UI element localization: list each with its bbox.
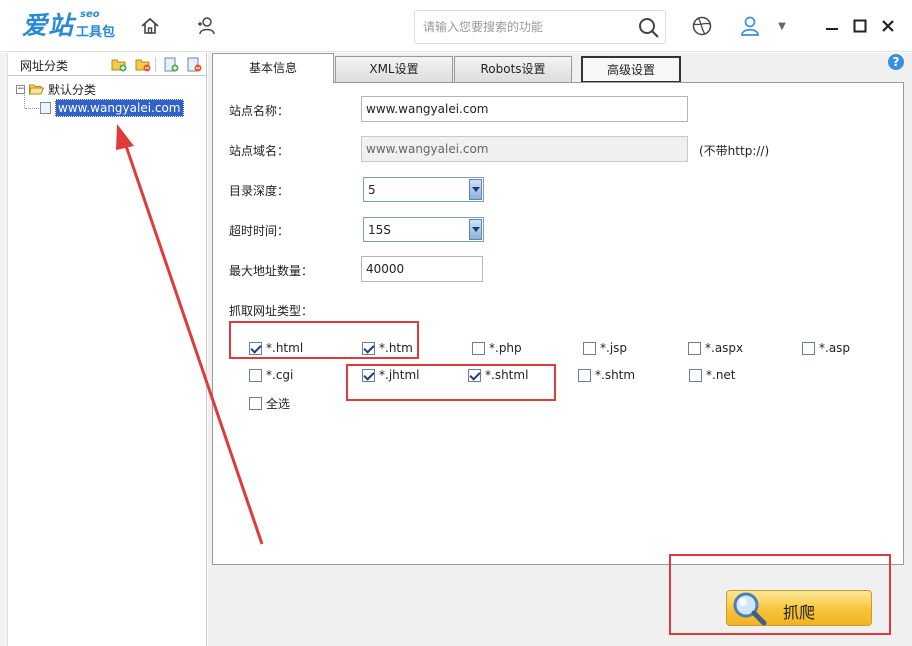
crawl-button[interactable]: 抓爬 [726,590,872,626]
checkbox-label: *.net [706,368,736,382]
app-logo: 爱站 seo 工具包 [22,9,116,42]
checkbox-box[interactable] [583,341,596,355]
checkbox-box[interactable] [468,368,481,382]
url-types-label: 抓取网址类型： [229,304,314,318]
checkbox-jsp[interactable]: *.jsp [583,341,627,355]
close-icon[interactable] [878,16,898,36]
tab-advanced-settings[interactable]: 高级设置 [581,56,681,83]
checkbox-label: *.htm [379,341,413,355]
add-site-icon[interactable] [163,57,179,72]
checkbox-label: *.shtm [595,368,636,382]
delete-site-icon[interactable] [186,57,202,72]
site-name-input[interactable] [361,96,688,122]
checkbox-label: *.asp [819,341,851,355]
tree-node-label: 默认分类 [48,82,97,97]
depth-label: 目录深度： [229,184,290,198]
search-icon[interactable] [637,16,661,40]
checkbox-box[interactable] [578,368,591,382]
checkbox-shtml[interactable]: *.shtml [468,368,528,382]
checkbox-box[interactable] [249,368,262,382]
checkbox-aspx[interactable]: *.aspx [688,341,743,355]
url-category-header: 网址分类 [8,53,207,76]
checkbox-php[interactable]: *.php [472,341,522,355]
tree-node-site[interactable]: www.wangyalei.com [36,99,184,117]
help-icon[interactable]: ? [888,54,904,70]
maximize-icon[interactable] [850,16,870,36]
checkbox-html[interactable]: *.html [249,341,303,355]
search-box [414,10,666,44]
site-domain-label: 站点域名： [229,144,290,158]
max-urls-input[interactable] [361,256,483,282]
tab-xml-settings[interactable]: XML设置 [335,56,453,83]
tab-robots-settings[interactable]: Robots设置 [454,56,572,83]
logo-main-text: 爱站 [22,11,75,40]
site-domain-input [361,136,688,162]
tree-node-label-selected: www.wangyalei.com [55,99,184,117]
depth-select[interactable]: 5 [363,177,484,202]
checkbox-box[interactable] [689,368,702,382]
checkbox-box[interactable] [362,368,375,382]
checkbox-net[interactable]: *.net [689,368,736,382]
user-menu-chevron-down-icon[interactable]: ▼ [772,16,792,36]
timeout-label: 超时时间： [229,224,290,238]
max-urls-label: 最大地址数量： [229,264,314,278]
site-settings-area: 基本信息 XML设置 Robots设置 高级设置 ? 站点名称： 站点域名： (… [208,53,912,646]
checkbox-label: *.jsp [600,341,628,355]
checkbox-box[interactable] [802,341,815,355]
logo-toolkit-text: 工具包 [76,25,116,40]
open-folder-icon [28,84,45,95]
checkbox-select-all[interactable]: 全选 [249,395,290,412]
magnifier-icon [731,589,769,627]
url-category-panel: 网址分类 − 默认分类 www.wangyalei.com [8,53,207,646]
timeout-select-value: 15S [368,222,391,237]
logo-seo-text: seo [80,9,100,20]
user-switch-icon[interactable] [194,14,218,38]
left-edge-strip [0,53,8,646]
depth-select-value: 5 [368,182,376,197]
checkbox-label: *.cgi [266,368,294,382]
add-folder-icon[interactable] [111,57,127,72]
search-input[interactable] [423,17,633,37]
checkbox-cgi[interactable]: *.cgi [249,368,293,382]
home-icon[interactable] [138,14,162,38]
checkbox-label: *.aspx [705,341,744,355]
checkbox-box[interactable] [249,341,262,355]
checkbox-asp[interactable]: *.asp [802,341,850,355]
site-domain-note: (不带http://) [699,144,770,158]
settings-tabs: 基本信息 XML设置 Robots设置 高级设置 ? [212,53,912,83]
tree-node-default-category[interactable]: − 默认分类 [16,80,96,98]
checkbox-label: *.php [489,341,522,355]
user-icon[interactable] [738,14,762,38]
delete-folder-icon[interactable] [135,57,151,72]
minimize-icon[interactable] [822,16,842,36]
checkbox-label: *.html [266,341,304,355]
checkbox-box[interactable] [472,341,485,355]
site-name-label: 站点名称： [229,104,290,118]
tree-collapse-icon[interactable]: − [16,84,25,94]
checkbox-label: 全选 [266,397,291,411]
chevron-down-icon[interactable] [469,179,482,200]
checkbox-shtm[interactable]: *.shtm [578,368,635,382]
crawl-button-label: 抓爬 [783,603,816,622]
checkbox-label: *.jhtml [379,368,420,382]
checkbox-htm[interactable]: *.htm [362,341,413,355]
globe-icon[interactable] [690,14,714,38]
logo-sub-text: seo 工具包 [76,9,116,40]
checkbox-label: *.shtml [485,368,529,382]
checkbox-box[interactable] [362,341,375,355]
url-category-title: 网址分类 [20,59,69,73]
checkbox-jhtml[interactable]: *.jhtml [362,368,419,382]
chevron-down-icon[interactable] [469,219,482,240]
header-divider [155,57,156,72]
basic-info-form: 站点名称： 站点域名： (不带http://) 目录深度： 5 超时时间： 15… [212,82,904,565]
page-icon [40,102,51,114]
checkbox-box[interactable] [249,397,262,410]
checkbox-box[interactable] [688,341,701,355]
title-bar: 爱站 seo 工具包 ▼ [0,0,912,52]
tab-basic-info[interactable]: 基本信息 [212,53,334,83]
timeout-select[interactable]: 15S [363,217,484,242]
